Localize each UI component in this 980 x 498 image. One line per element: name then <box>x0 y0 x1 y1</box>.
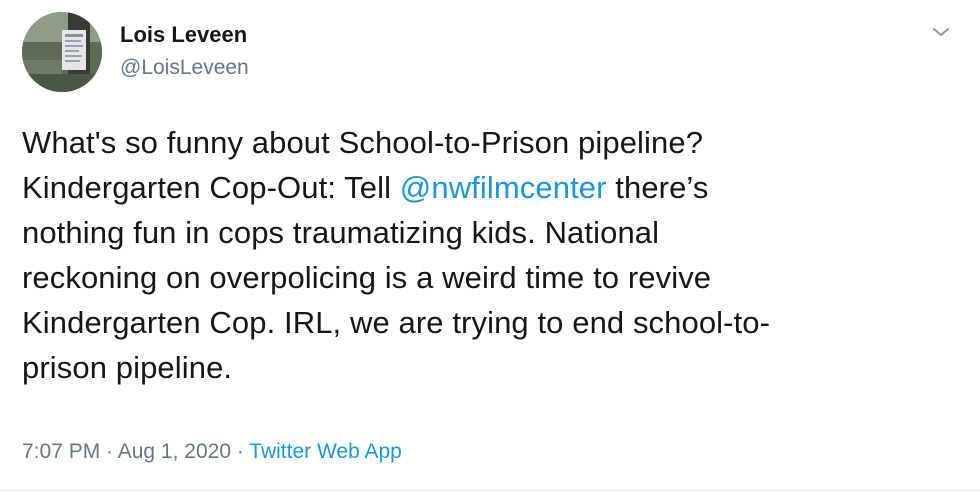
mention-link[interactable]: @nwfilmcenter <box>400 170 607 205</box>
avatar-image <box>22 12 102 92</box>
meta-separator: · <box>231 440 250 463</box>
author-name[interactable]: Lois Leveen <box>120 22 247 48</box>
tweet-line: prison pipeline. <box>22 350 233 385</box>
tweet-line: reckoning on overpolicing is a weird tim… <box>22 260 712 295</box>
tweet-time[interactable]: 7:07 PM <box>22 440 100 463</box>
tweet-line: Kindergarten Cop. IRL, we are trying to … <box>22 305 771 340</box>
meta-separator: · <box>100 440 118 463</box>
tweet-text-segment: there’s <box>606 170 709 205</box>
tweet-line: nothing fun in cops traumatizing kids. N… <box>22 215 660 250</box>
avatar[interactable] <box>22 12 102 92</box>
tweet-line: What's so funny about School-to-Prison p… <box>22 125 704 160</box>
tweet-text-segment: Kindergarten Cop-Out: Tell <box>22 170 400 205</box>
tweet-card: Lois Leveen @LoisLeveen What's so funny … <box>0 0 980 498</box>
tweet-source-link[interactable]: Twitter Web App <box>249 440 402 463</box>
tweet-text: What's so funny about School-to-Prison p… <box>22 120 952 390</box>
tweet-menu-button[interactable] <box>930 24 952 40</box>
tweet-meta: 7:07 PM · Aug 1, 2020 · Twitter Web App <box>22 438 402 466</box>
tweet-line: Kindergarten Cop-Out: Tell @nwfilmcenter… <box>22 165 952 210</box>
divider <box>0 490 980 491</box>
tweet-date[interactable]: Aug 1, 2020 <box>118 440 231 463</box>
author-handle[interactable]: @LoisLeveen <box>120 55 249 81</box>
chevron-down-icon <box>933 28 949 36</box>
